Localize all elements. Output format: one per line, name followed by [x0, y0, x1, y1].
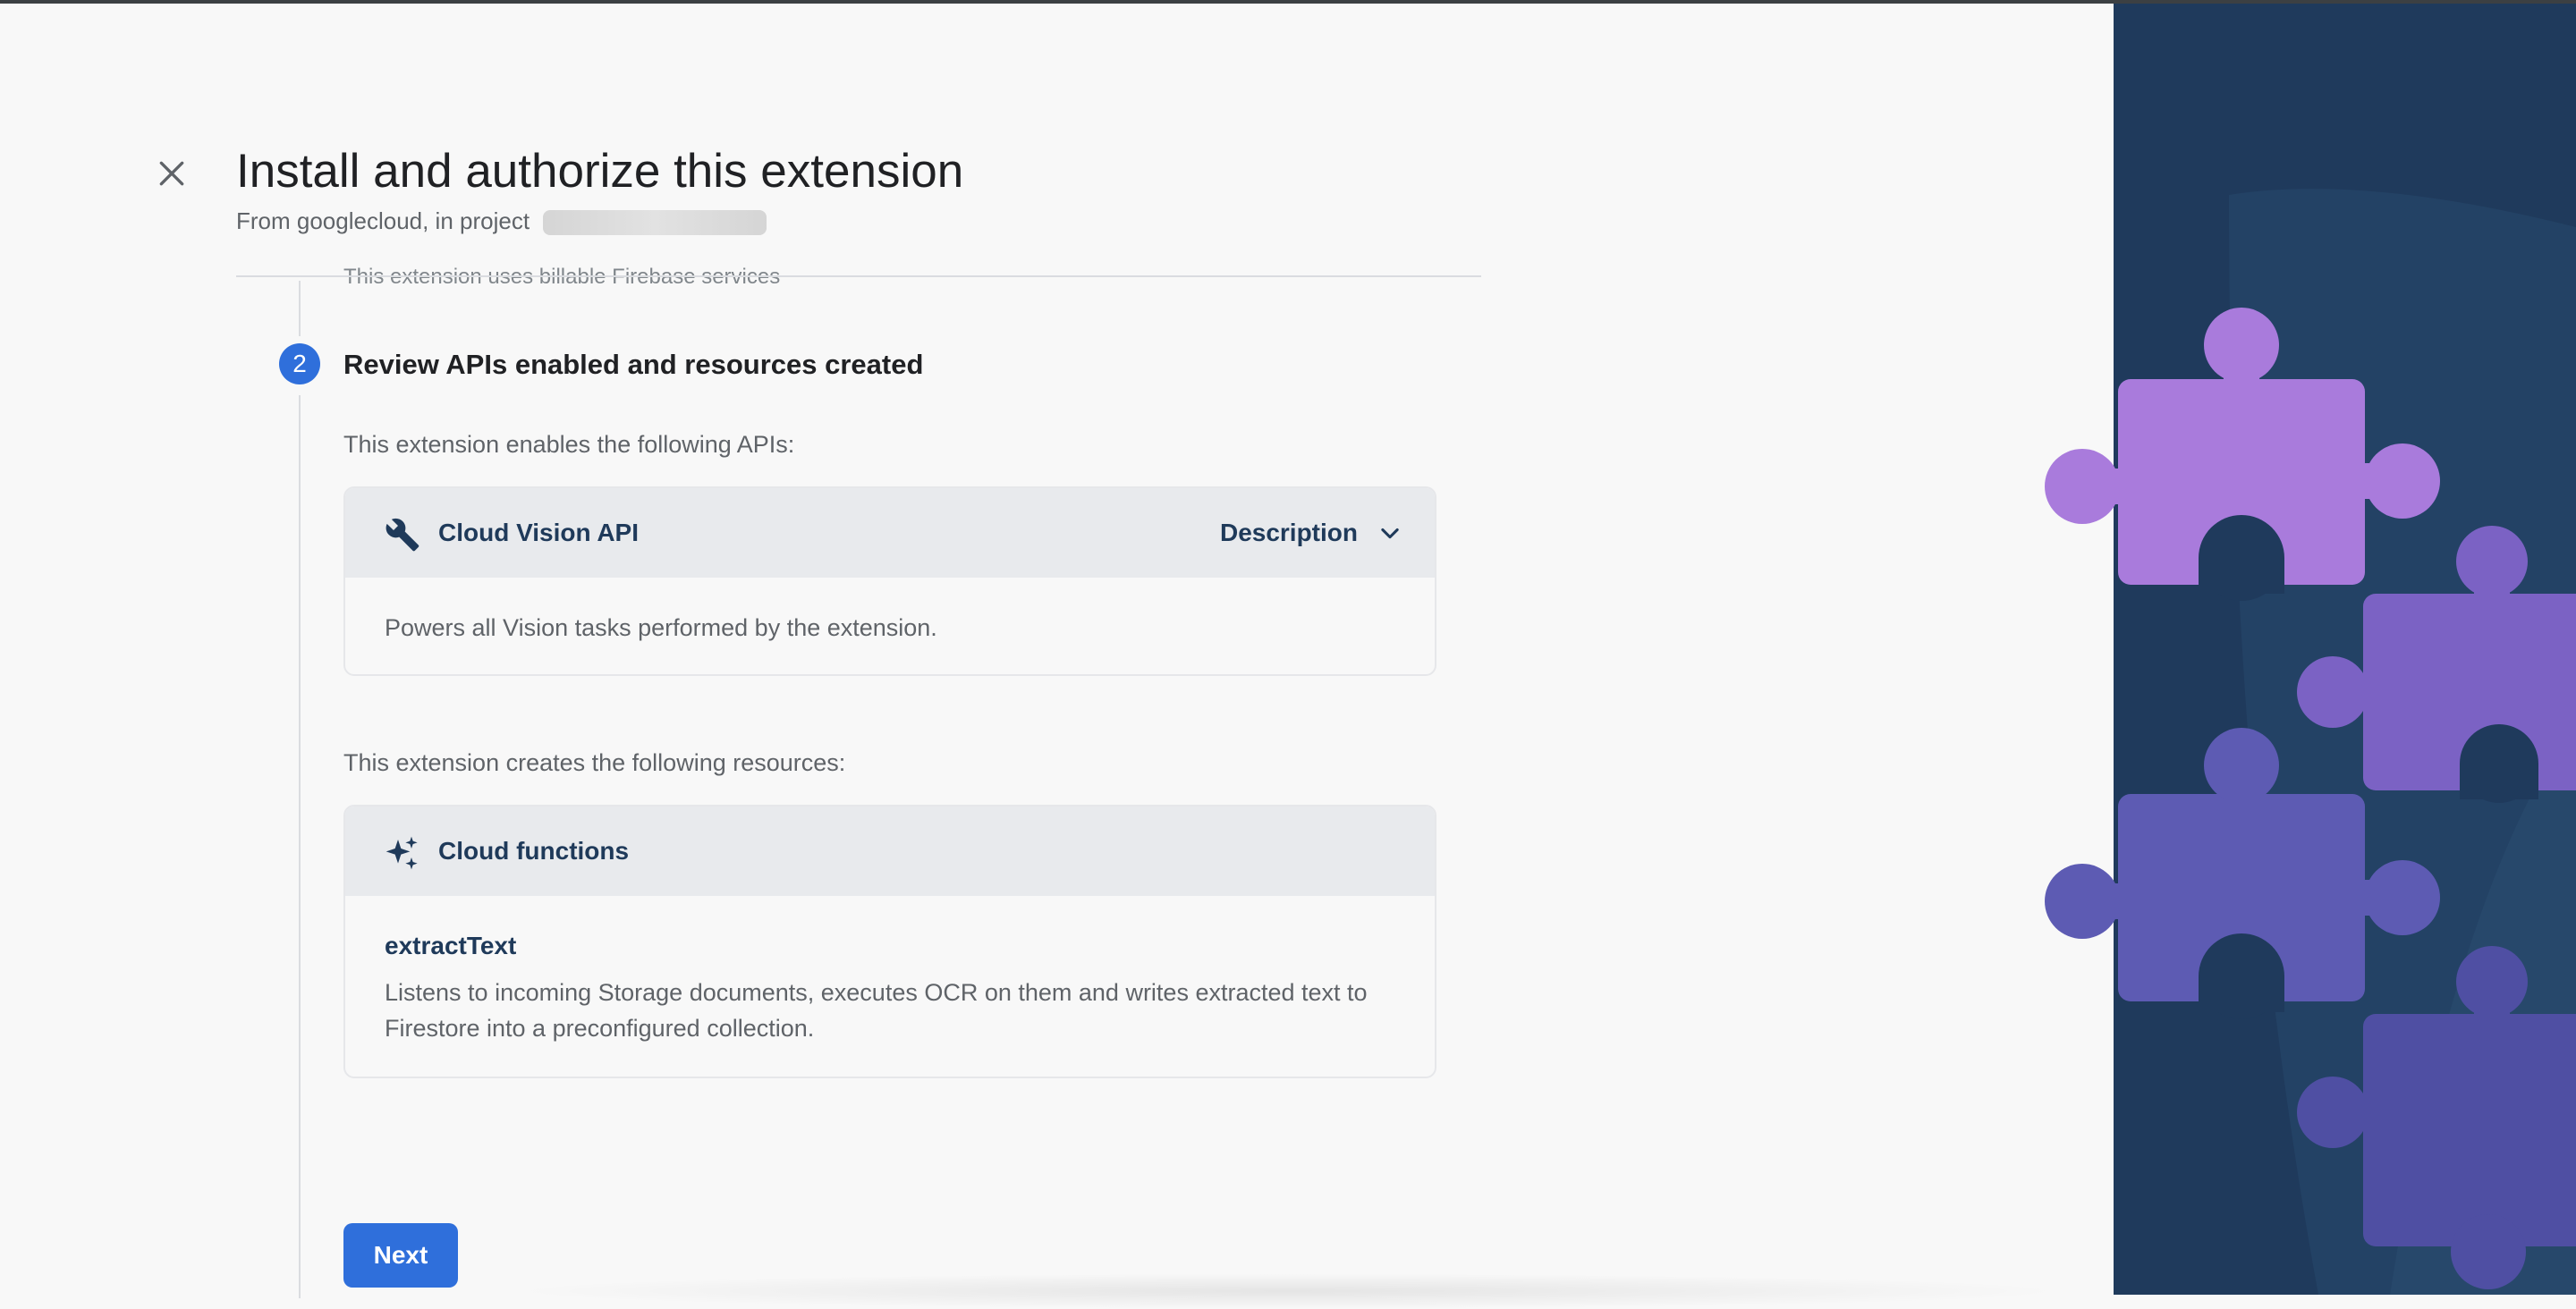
puzzle-illustration — [2045, 189, 2576, 1295]
sparkle-icon — [386, 836, 418, 870]
function-name: extractText — [385, 932, 517, 959]
api-card: Cloud Vision API Description Powers all … — [343, 486, 1436, 676]
resources-card-title: Cloud functions — [438, 837, 630, 865]
api-description: Powers all Vision tasks performed by the… — [385, 614, 937, 641]
header-divider — [236, 275, 1481, 277]
footer-shadow — [501, 1273, 2075, 1309]
install-dialog: Install and authorize this extension Fro… — [0, 4, 2114, 1309]
step-title: Review APIs enabled and resources create… — [343, 349, 924, 380]
description-toggle-label: Description — [1219, 519, 1358, 546]
dialog-subtitle: From googlecloud, in project — [236, 207, 767, 236]
step-number-badge: 2 — [279, 343, 320, 384]
apis-lead-text: This extension enables the following API… — [343, 431, 795, 458]
redacted-project-id — [543, 210, 767, 236]
stepper-rail — [299, 281, 301, 1298]
next-button[interactable]: Next — [343, 1223, 458, 1288]
close-icon[interactable] — [154, 156, 190, 191]
function-list-item: extractText Listens to incoming Storage … — [345, 896, 1435, 1046]
dialog-title: Install and authorize this extension — [236, 145, 964, 198]
chevron-down-icon — [1381, 528, 1399, 539]
resources-card: Cloud functions extractText Listens to i… — [343, 805, 1436, 1078]
resources-lead-text: This extension creates the following res… — [343, 749, 846, 776]
api-card-header: Cloud Vision API Description — [345, 488, 1435, 578]
subtitle-text: From googlecloud, in project — [236, 207, 530, 234]
wrench-icon — [386, 518, 419, 552]
api-name: Cloud Vision API — [438, 519, 640, 546]
function-description: Listens to incoming Storage documents, e… — [385, 979, 1368, 1042]
resources-card-header: Cloud functions — [345, 807, 1435, 896]
description-toggle[interactable]: Description — [1220, 513, 1402, 553]
